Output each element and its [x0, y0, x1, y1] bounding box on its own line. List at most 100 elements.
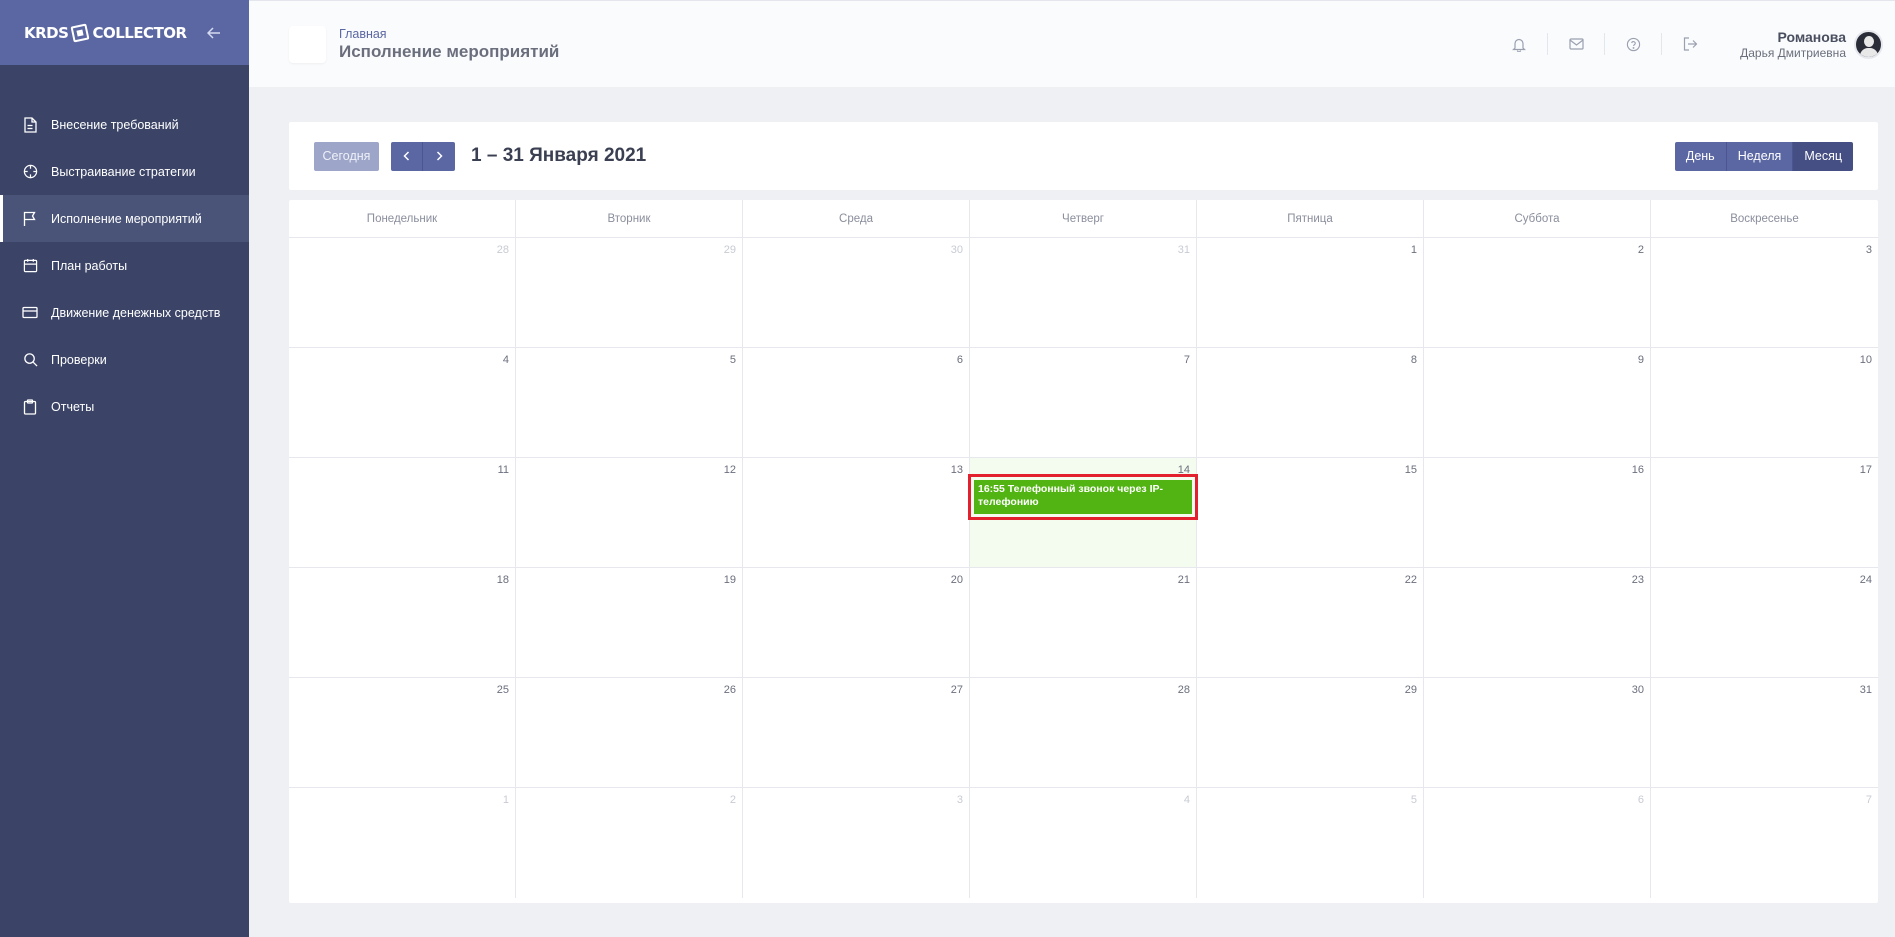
page-title: Исполнение мероприятий — [339, 41, 560, 61]
day-cell[interactable]: 2 — [516, 788, 743, 898]
logout-button[interactable] — [1662, 31, 1718, 57]
day-cell[interactable]: 6 — [743, 348, 970, 458]
flag-icon — [22, 211, 38, 227]
day-cell[interactable]: 1 — [289, 788, 516, 898]
user-profile[interactable]: Романова Дарья Дмитриевна — [1740, 29, 1883, 60]
day-cell[interactable]: 7 — [970, 348, 1197, 458]
day-number: 30 — [950, 244, 963, 256]
day-cell[interactable]: 3 — [743, 788, 970, 898]
app-logo[interactable]: KRDS COLLECTOR — [24, 23, 187, 42]
logo-text-left: KRDS — [24, 23, 69, 42]
today-button[interactable]: Сегодня — [314, 141, 379, 171]
day-cell[interactable]: 25 — [289, 678, 516, 788]
day-cell[interactable]: 24 — [1651, 568, 1878, 678]
day-number: 9 — [1637, 354, 1644, 366]
view-day-button[interactable]: День — [1674, 141, 1727, 171]
day-cell[interactable]: 9 — [1424, 348, 1651, 458]
weekday-label: Понедельник — [289, 200, 516, 237]
day-cell[interactable]: 28 — [289, 238, 516, 348]
day-number: 18 — [496, 574, 509, 586]
messages-button[interactable] — [1548, 31, 1604, 57]
sidebar-item-label: Отчеты — [51, 399, 95, 414]
day-cell[interactable]: 12 — [516, 458, 743, 568]
day-cell[interactable]: 27 — [743, 678, 970, 788]
day-cell[interactable]: 4 — [289, 348, 516, 458]
day-cell[interactable]: 5 — [1197, 788, 1424, 898]
day-number: 3 — [1865, 244, 1872, 256]
calendar-toolbar: Сегодня 1 – 31 Января 2021 День Неделя М… — [289, 122, 1878, 190]
day-cell[interactable]: 13 — [743, 458, 970, 568]
day-cell[interactable]: 16 — [1424, 458, 1651, 568]
day-cell[interactable]: 28 — [970, 678, 1197, 788]
day-number: 28 — [1177, 684, 1190, 696]
view-week-button[interactable]: Неделя — [1726, 141, 1794, 171]
day-cell[interactable]: 3 — [1651, 238, 1878, 348]
page-badge — [289, 25, 326, 63]
day-cell[interactable]: 21 — [970, 568, 1197, 678]
next-period-button[interactable] — [423, 141, 455, 171]
sidebar-item-events[interactable]: Исполнение мероприятий — [0, 195, 249, 242]
day-cell[interactable]: 6 — [1424, 788, 1651, 898]
day-cell[interactable]: 10 — [1651, 348, 1878, 458]
day-cell[interactable]: 20 — [743, 568, 970, 678]
day-number: 29 — [723, 244, 736, 256]
day-cell[interactable]: 4 — [970, 788, 1197, 898]
prev-period-button[interactable] — [391, 141, 423, 171]
sidebar-nav: Внесение требований Выстраивание стратег… — [0, 101, 249, 430]
weekday-label: Воскресенье — [1730, 212, 1799, 225]
day-cell[interactable]: 29 — [516, 238, 743, 348]
sidebar-item-reports[interactable]: Отчеты — [0, 383, 249, 430]
calendar-event[interactable]: 16:55 Телефонный звонок через IP-телефон… — [974, 480, 1192, 514]
weekday-label: Суббота — [1424, 200, 1651, 237]
help-button[interactable] — [1605, 31, 1661, 57]
day-cell[interactable]: 30 — [1424, 678, 1651, 788]
day-cell[interactable]: 11 — [289, 458, 516, 568]
day-cell[interactable]: 5 — [516, 348, 743, 458]
day-number: 3 — [956, 794, 963, 806]
user-first-name: Дарья Дмитриевна — [1740, 45, 1846, 60]
sidebar: KRDS COLLECTOR Внесение требований Выстр… — [0, 0, 249, 937]
avatar[interactable] — [1854, 29, 1883, 59]
day-cell[interactable]: 30 — [743, 238, 970, 348]
day-cell[interactable]: 14 16:55 Телефонный звонок через IP-телеф… — [968, 458, 1198, 568]
sidebar-item-work-plan[interactable]: План работы — [0, 242, 249, 289]
day-cell[interactable]: 2 — [1424, 238, 1651, 348]
day-number: 30 — [1631, 684, 1644, 696]
day-number: 7 — [1865, 794, 1872, 806]
breadcrumb: Главная Исполнение мероприятий — [339, 27, 559, 62]
day-cell[interactable]: 26 — [516, 678, 743, 788]
sidebar-item-label: Внесение требований — [51, 117, 179, 132]
sidebar-item-requirements[interactable]: Внесение требований — [0, 101, 249, 148]
sidebar-item-checks[interactable]: Проверки — [0, 336, 249, 383]
day-cell[interactable]: 1 — [1197, 238, 1424, 348]
day-number: 15 — [1404, 464, 1417, 476]
day-number: 24 — [1859, 574, 1872, 586]
day-number: 4 — [1183, 794, 1190, 806]
day-cell[interactable]: 17 — [1651, 458, 1878, 568]
day-cell[interactable]: 15 — [1197, 458, 1424, 568]
day-number: 11 — [497, 464, 509, 476]
day-cell[interactable]: 23 — [1424, 568, 1651, 678]
weekday-label: Пятница — [1197, 200, 1424, 237]
day-cell[interactable]: 31 — [970, 238, 1197, 348]
day-cell[interactable]: 8 — [1197, 348, 1424, 458]
day-number: 5 — [729, 354, 736, 366]
day-number: 2 — [729, 794, 736, 806]
breadcrumb-home-link[interactable]: Главная — [339, 27, 559, 41]
day-cell[interactable]: 29 — [1197, 678, 1424, 788]
day-cell[interactable]: 19 — [516, 568, 743, 678]
crosshair-icon — [22, 164, 38, 180]
chevron-right-icon — [436, 151, 443, 161]
day-number: 19 — [723, 574, 736, 586]
collapse-sidebar-button[interactable] — [204, 23, 224, 43]
day-cell[interactable]: 18 — [289, 568, 516, 678]
sidebar-item-cash-flow[interactable]: Движение денежных средств — [0, 289, 249, 336]
day-cell[interactable]: 31 — [1651, 678, 1878, 788]
header-actions: Романова Дарья Дмитриевна — [1491, 1, 1895, 87]
day-cell[interactable]: 22 — [1197, 568, 1424, 678]
view-month-button[interactable]: Месяц — [1793, 141, 1853, 171]
notifications-button[interactable] — [1491, 31, 1547, 57]
day-number: 26 — [723, 684, 736, 696]
sidebar-item-strategy[interactable]: Выстраивание стратегии — [0, 148, 249, 195]
day-cell[interactable]: 7 — [1651, 788, 1878, 898]
